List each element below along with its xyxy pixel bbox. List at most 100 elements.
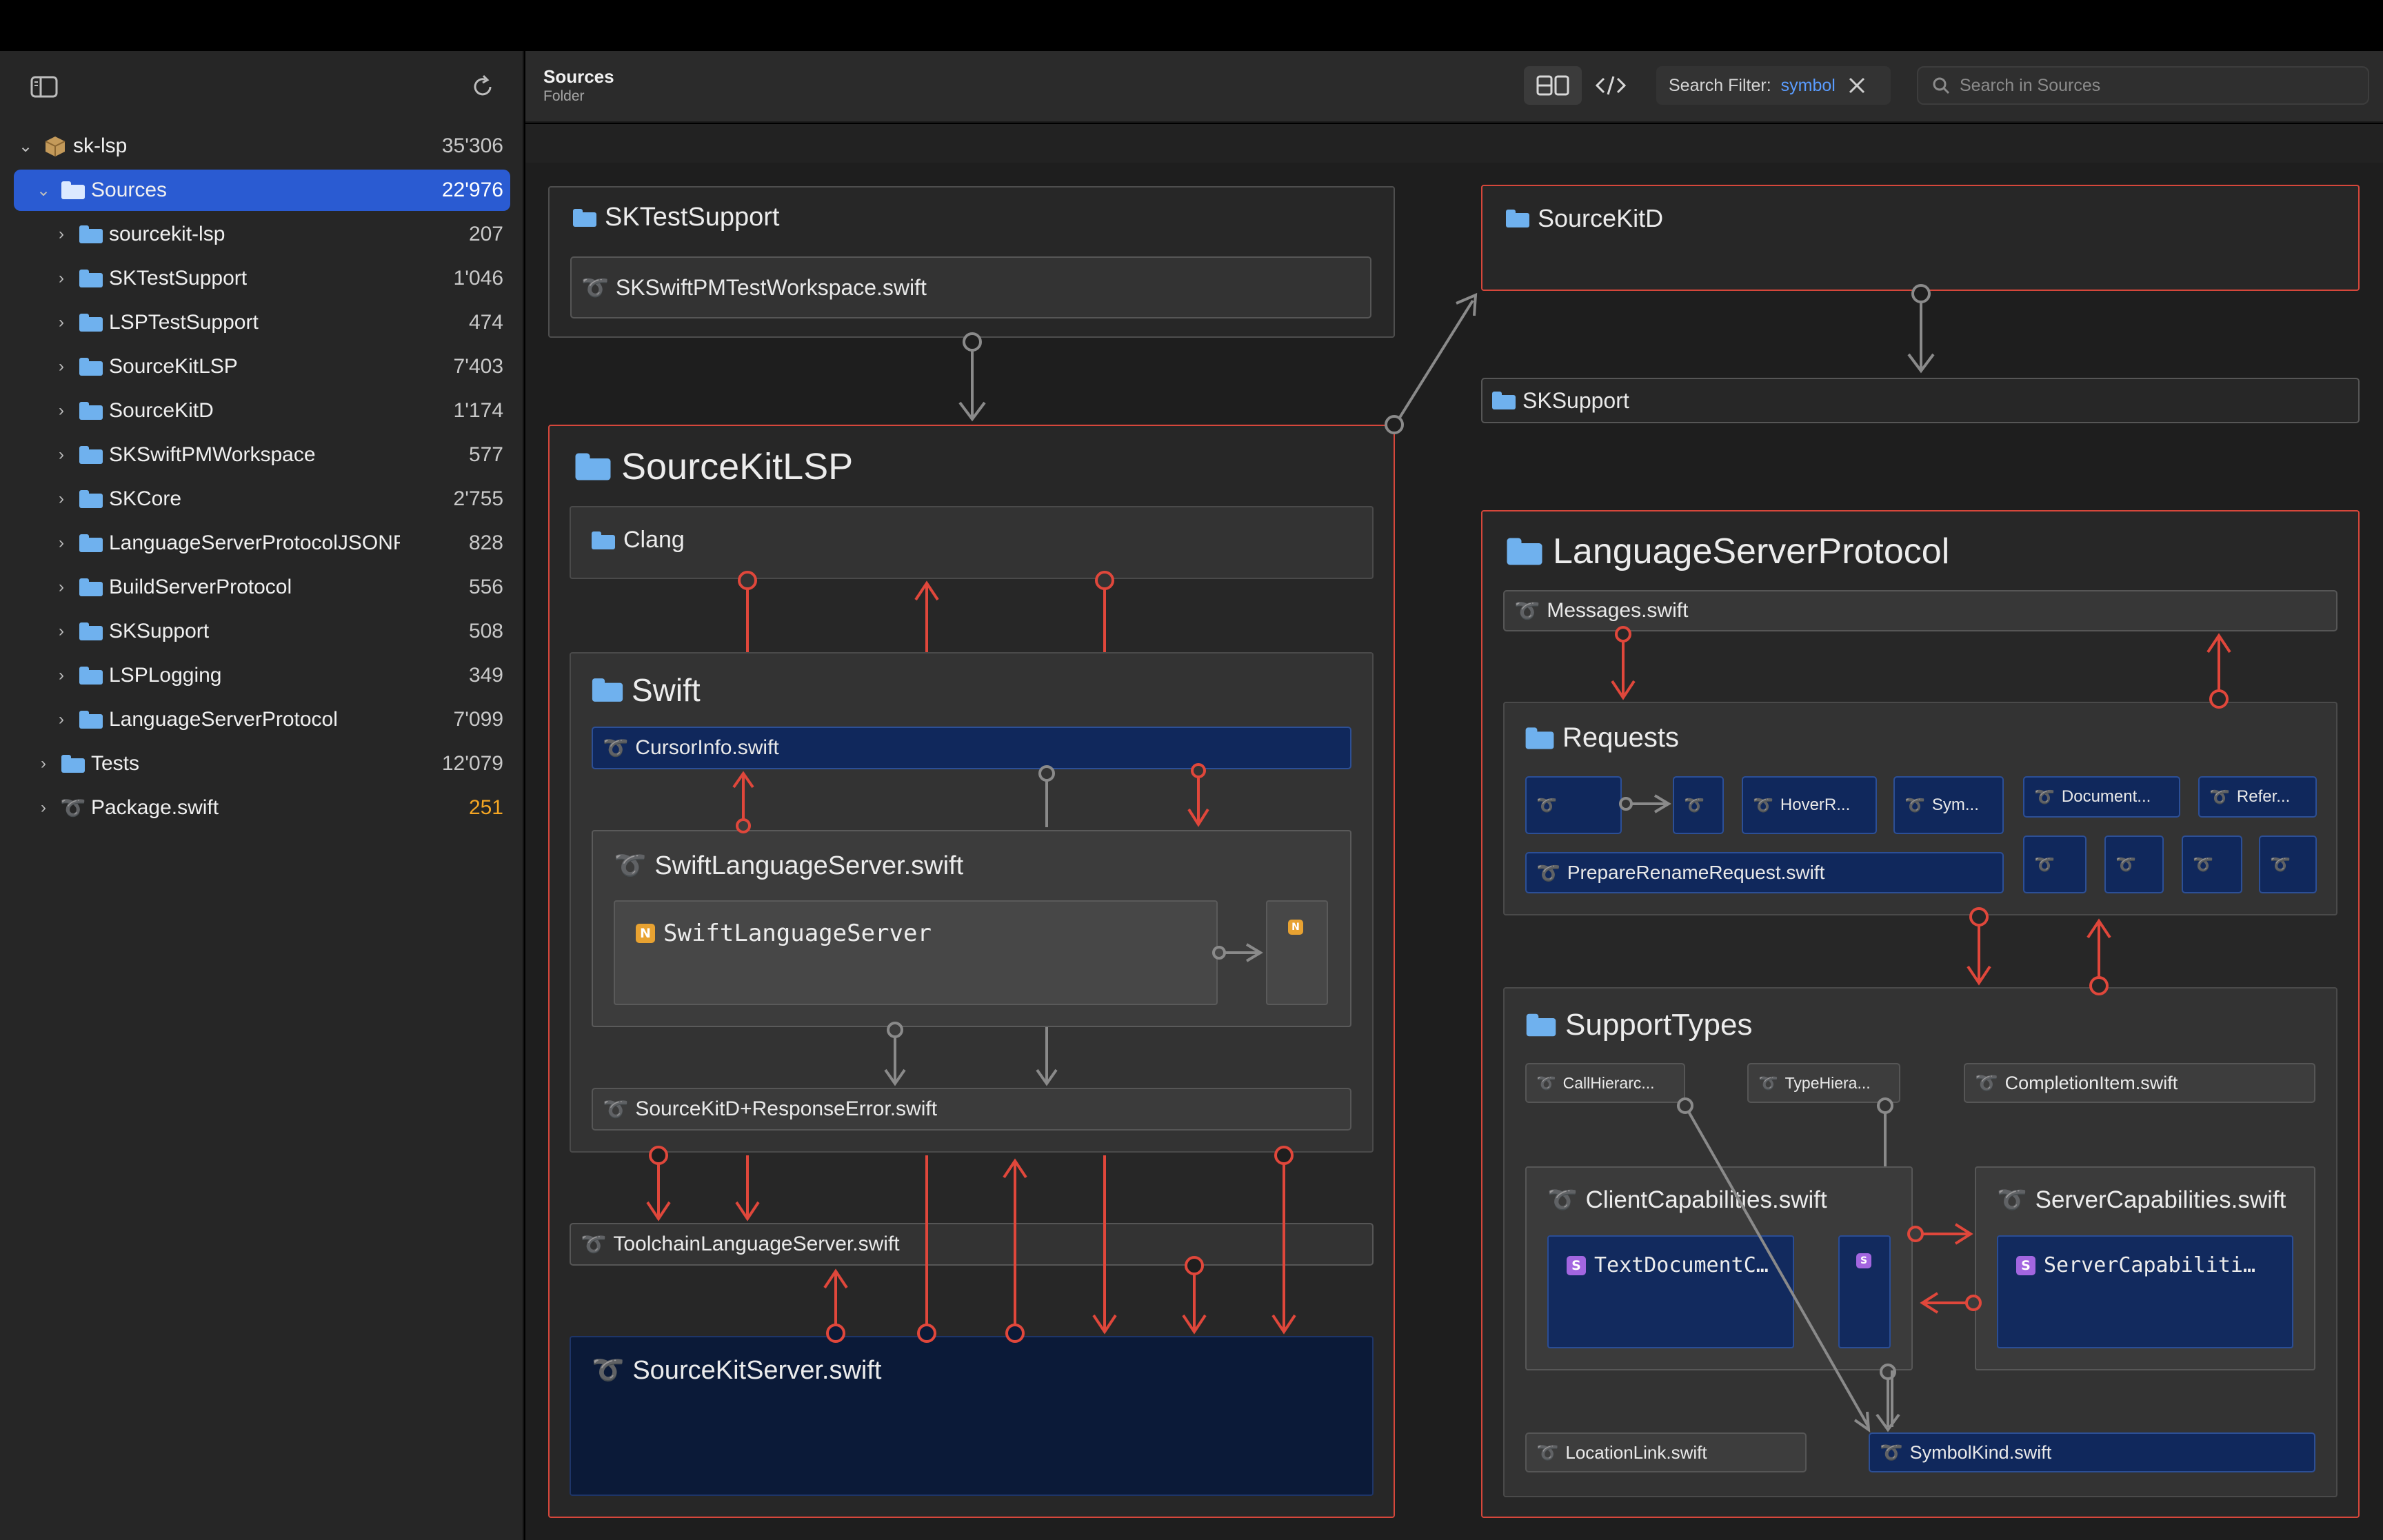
chevron-right-icon[interactable]: ›: [50, 225, 73, 244]
chevron-right-icon[interactable]: ›: [50, 445, 73, 465]
tree-item-sourcekitd[interactable]: › SourceKitD 1'174: [14, 390, 510, 432]
file-preparerenamerequest[interactable]: ➰ PrepareRenameRequest.swift: [1525, 852, 2004, 893]
folder-icon: [79, 534, 103, 552]
file-toolchainlanguageserver[interactable]: ➰ ToolchainLanguageServer.swift: [570, 1223, 1374, 1266]
tree-item-package-swift[interactable]: › ➰ Package.swift 251: [14, 787, 510, 829]
module-sourcekitd[interactable]: SourceKitD: [1481, 185, 2360, 291]
tree-item-skcore[interactable]: › SKCore 2'755: [14, 478, 510, 520]
tree-item-sksupport[interactable]: › SKSupport 508: [14, 611, 510, 652]
tree-item-sktestsupport[interactable]: › SKTestSupport 1'046: [14, 258, 510, 299]
swift-icon: ➰: [614, 851, 647, 880]
request-file-3[interactable]: ➰: [2023, 835, 2087, 893]
tree-item-count: 7'403: [453, 355, 503, 378]
request-file-hover[interactable]: ➰ HoverR...: [1742, 776, 1877, 834]
swift-icon: ➰: [592, 1356, 625, 1385]
chevron-right-icon[interactable]: ›: [50, 401, 73, 421]
tree-item-languageserverprotocoljsonrpc[interactable]: › LanguageServerProtocolJSONRPC 828: [14, 523, 510, 564]
type-servercapabilities[interactable]: S ServerCapabiliti…: [1997, 1235, 2293, 1348]
file-cursorinfo[interactable]: ➰ CursorInfo.swift: [592, 727, 1351, 769]
tree-item-count: 1'174: [453, 399, 503, 422]
file-symbolkind[interactable]: ➰ SymbolKind.swift: [1869, 1432, 2315, 1472]
request-file-refer[interactable]: ➰ Refer...: [2198, 776, 2317, 818]
request-file-2[interactable]: ➰: [1673, 776, 1724, 834]
chevron-right-icon[interactable]: ›: [32, 754, 55, 773]
tree-item-label: Sources: [91, 179, 168, 201]
sidebar-toggle-icon[interactable]: [30, 76, 58, 98]
tree-item-count: 828: [468, 531, 503, 554]
type-extension-node[interactable]: N: [1266, 900, 1328, 1005]
chevron-down-icon[interactable]: ⌄: [14, 136, 37, 156]
file-messages[interactable]: ➰ Messages.swift: [1503, 590, 2337, 631]
chevron-right-icon[interactable]: ›: [50, 489, 73, 509]
module-clang[interactable]: Clang: [570, 506, 1374, 579]
tree-item-skswiftpmworkspace[interactable]: › SKSwiftPMWorkspace 577: [14, 434, 510, 476]
file-sktestsupport-workspace[interactable]: ➰ SKSwiftPMTestWorkspace.swift: [570, 256, 1371, 318]
package-icon: [45, 136, 66, 156]
tree-item-count: 207: [468, 223, 503, 245]
request-file-1[interactable]: ➰: [1525, 776, 1622, 834]
file-completionitem[interactable]: ➰ CompletionItem.swift: [1964, 1063, 2315, 1103]
layout-toggle-button[interactable]: [1524, 66, 1582, 105]
tree-item-buildserverprotocol[interactable]: › BuildServerProtocol 556: [14, 567, 510, 608]
tree-item-count: 508: [468, 620, 503, 642]
request-file-5[interactable]: ➰: [2182, 835, 2242, 893]
tree-item-sk-lsp[interactable]: ⌄ sk-lsp 35'306: [14, 125, 510, 167]
tree-item-count: 251: [468, 796, 503, 819]
chevron-right-icon[interactable]: ›: [50, 622, 73, 641]
request-file-4[interactable]: ➰: [2104, 835, 2164, 893]
page-subtitle: Folder: [543, 88, 585, 104]
tree-item-sourcekit-lsp[interactable]: › sourcekit-lsp 207: [14, 214, 510, 255]
file-sourcekitserver[interactable]: ➰ SourceKitServer.swift: [570, 1336, 1374, 1496]
request-file-6[interactable]: ➰: [2259, 835, 2317, 893]
chevron-right-icon[interactable]: ›: [32, 798, 55, 818]
type-client-struct[interactable]: S: [1838, 1235, 1891, 1348]
module-sktestsupport[interactable]: SKTestSupport ➰ SKSwiftPMTestWorkspace.sw…: [548, 186, 1395, 338]
swift-icon: ➰: [2115, 855, 2136, 874]
folder-icon: [1492, 392, 1516, 409]
chevron-right-icon[interactable]: ›: [50, 313, 73, 332]
tree-item-lsptestsupport[interactable]: › LSPTestSupport 474: [14, 302, 510, 343]
tree-item-languageserverprotocol[interactable]: › LanguageServerProtocol 7'099: [14, 699, 510, 740]
refresh-icon[interactable]: [469, 73, 496, 101]
file-callhierarchy[interactable]: ➰ CallHierarc...: [1525, 1063, 1685, 1103]
tree-item-lsplogging[interactable]: › LSPLogging 349: [14, 655, 510, 696]
folder-icon: [1506, 210, 1529, 227]
request-file-sym[interactable]: ➰ Sym...: [1893, 776, 2004, 834]
chevron-down-icon[interactable]: ⌄: [32, 181, 55, 201]
folder-icon: [1525, 727, 1554, 749]
search-input[interactable]: Search in Sources: [1917, 66, 2369, 105]
tree-item-sourcekitlsp[interactable]: › SourceKitLSP 7'403: [14, 346, 510, 387]
search-filter: Search Filter: symbol: [1656, 66, 1891, 105]
chevron-right-icon[interactable]: ›: [50, 666, 73, 685]
search-placeholder: Search in Sources: [1960, 75, 2101, 95]
tree-item-count: 474: [468, 311, 503, 334]
tree-item-count: 7'099: [453, 708, 503, 731]
chevron-right-icon[interactable]: ›: [50, 534, 73, 553]
swift-icon: ➰: [1975, 1073, 1998, 1093]
tree-item-tests[interactable]: › Tests 12'079: [14, 743, 510, 784]
folder-icon: [79, 711, 103, 729]
code-view-button[interactable]: [1589, 66, 1633, 105]
chevron-right-icon[interactable]: ›: [50, 357, 73, 376]
file-typehierarchy[interactable]: ➰ TypeHiera...: [1747, 1063, 1900, 1103]
type-textdocumentclientcapabilities[interactable]: S TextDocumentC…: [1547, 1235, 1794, 1348]
type-swiftlanguageserver[interactable]: N SwiftLanguageServer: [614, 900, 1218, 1005]
tree-item-sources[interactable]: ⌄ Sources 22'976: [14, 170, 510, 211]
file-locationlink[interactable]: ➰ LocationLink.swift: [1525, 1432, 1807, 1472]
sidebar: ⌄ sk-lsp 35'306 ⌄ Sources 22'976 › sourcekit-ls…: [0, 51, 524, 1540]
chevron-right-icon[interactable]: ›: [50, 578, 73, 597]
request-file-document[interactable]: ➰ Document...: [2023, 776, 2180, 818]
module-sksupport[interactable]: SKSupport: [1481, 378, 2360, 423]
tree-item-label: SourceKitD: [109, 399, 214, 422]
chevron-right-icon[interactable]: ›: [50, 710, 73, 729]
swift-icon: ➰: [1997, 1186, 2027, 1213]
folder-icon: [575, 453, 611, 480]
module-title: SourceKitLSP: [621, 446, 854, 487]
tree-item-label: SKCore: [109, 487, 182, 510]
clear-filter-icon[interactable]: [1848, 77, 1866, 94]
search-filter-value[interactable]: symbol: [1781, 76, 1836, 96]
chevron-right-icon[interactable]: ›: [50, 269, 73, 288]
file-responseerror[interactable]: ➰ SourceKitD+ResponseError.swift: [592, 1088, 1351, 1131]
folder-icon: [573, 208, 596, 227]
tree-item-label: LanguageServerProtocolJSONRPC: [109, 531, 400, 554]
